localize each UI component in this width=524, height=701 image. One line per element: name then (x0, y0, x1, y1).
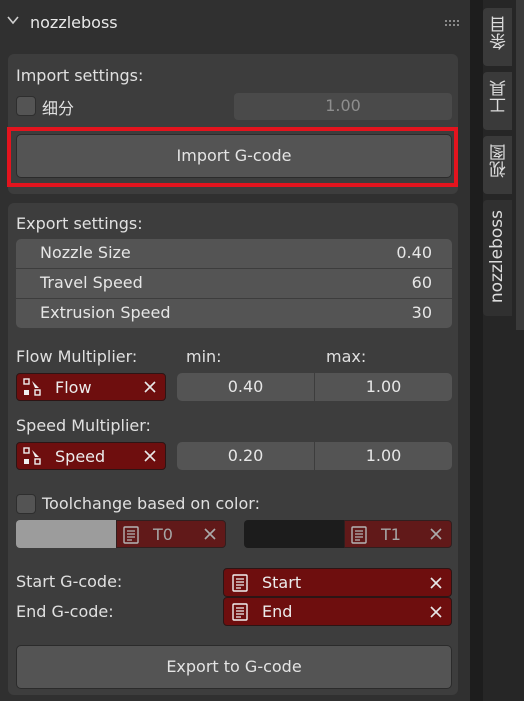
vertex-color-icon (23, 378, 41, 396)
extrusion-speed-value: 30 (411, 303, 432, 322)
flow-max-value: 1.00 (365, 377, 402, 396)
speed-min-value: 0.20 (227, 446, 264, 465)
import-gcode-label: Import G-code (176, 146, 292, 165)
tab-view[interactable]: 视图 (483, 136, 512, 194)
start-gcode-name: Start (262, 573, 302, 592)
clear-end-icon[interactable] (429, 605, 443, 619)
export-gcode-button[interactable]: Export to G-code (16, 645, 452, 689)
t0-attribute-field[interactable]: T0 (116, 520, 226, 548)
export-settings-heading: Export settings: (16, 214, 143, 233)
drag-grip-icon[interactable] (445, 20, 461, 26)
t1-name: T1 (381, 525, 401, 544)
subdivide-checkbox[interactable] (16, 96, 36, 116)
start-gcode-label: Start G-code: (16, 572, 123, 591)
max-label: max: (326, 347, 367, 366)
subdivide-label: 细分 (42, 99, 75, 118)
travel-speed-label: Travel Speed (40, 273, 143, 292)
nozzle-size-field[interactable]: Nozzle Size 0.40 (16, 239, 452, 268)
flow-attribute-name: Flow (55, 378, 92, 397)
subdivide-value: 1.00 (325, 96, 361, 115)
end-gcode-field[interactable]: End (223, 597, 452, 626)
t0-color-swatch[interactable] (16, 520, 116, 548)
export-gcode-label: Export to G-code (166, 657, 302, 676)
text-block-icon (232, 574, 248, 592)
min-label: min: (186, 347, 222, 366)
clear-t1-icon[interactable] (429, 527, 443, 541)
speed-attribute-name: Speed (55, 447, 106, 466)
clear-start-icon[interactable] (429, 576, 443, 590)
t0-name: T0 (153, 525, 173, 544)
flow-min-field[interactable]: 0.40 (177, 373, 314, 401)
vertex-color-icon (23, 447, 41, 465)
flow-attribute-field[interactable]: Flow (16, 373, 166, 401)
subdivide-value-field[interactable]: 1.00 (234, 93, 452, 120)
text-block-icon (232, 603, 248, 621)
nozzle-size-label: Nozzle Size (40, 243, 131, 262)
chevron-down-icon[interactable] (7, 14, 19, 26)
t1-attribute-field[interactable]: T1 (344, 520, 452, 548)
clear-flow-icon[interactable] (143, 380, 157, 394)
text-block-icon (351, 526, 367, 544)
tab-nozzleboss-label: nozzleboss (487, 210, 507, 304)
travel-speed-value: 60 (411, 273, 432, 292)
toolchange-label: Toolchange based on color: (42, 494, 260, 513)
panel-title: nozzleboss (30, 13, 118, 32)
text-block-icon (123, 526, 139, 544)
tab-tool[interactable]: 工具 (483, 72, 512, 130)
import-gcode-button[interactable]: Import G-code (16, 134, 452, 178)
panel-header[interactable]: nozzleboss (0, 0, 470, 44)
tab-nozzleboss[interactable]: nozzleboss (483, 200, 512, 316)
region-edge (516, 0, 524, 330)
flow-max-field[interactable]: 1.00 (315, 373, 452, 401)
extrusion-speed-label: Extrusion Speed (40, 303, 171, 322)
sidebar-tabs: 条目 工具 视图 nozzleboss (483, 0, 524, 701)
toolchange-checkbox[interactable] (16, 494, 36, 514)
extrusion-speed-field[interactable]: Extrusion Speed 30 (16, 299, 452, 328)
tab-view-label: 视图 (490, 144, 510, 178)
speed-max-value: 1.00 (365, 446, 402, 465)
tab-item[interactable]: 条目 (483, 8, 512, 66)
import-settings-heading: Import settings: (16, 66, 144, 85)
sidebar-panel: nozzleboss Import settings: 细分 1.00 Impo… (0, 0, 470, 701)
speed-max-field[interactable]: 1.00 (315, 442, 452, 470)
end-gcode-label: End G-code: (16, 602, 114, 621)
speed-multiplier-label: Speed Multiplier: (16, 416, 151, 435)
start-gcode-field[interactable]: Start (223, 568, 452, 597)
t1-color-swatch[interactable] (244, 520, 344, 548)
clear-t0-icon[interactable] (203, 527, 217, 541)
tab-tool-label: 工具 (490, 80, 510, 114)
flow-multiplier-label: Flow Multiplier: (16, 347, 138, 366)
travel-speed-field[interactable]: Travel Speed 60 (16, 269, 452, 298)
clear-speed-icon[interactable] (143, 449, 157, 463)
speed-attribute-field[interactable]: Speed (16, 442, 166, 470)
speed-min-field[interactable]: 0.20 (177, 442, 314, 470)
end-gcode-name: End (262, 602, 293, 621)
tab-item-label: 条目 (490, 16, 510, 50)
flow-min-value: 0.40 (227, 377, 264, 396)
nozzle-size-value: 0.40 (396, 243, 432, 262)
